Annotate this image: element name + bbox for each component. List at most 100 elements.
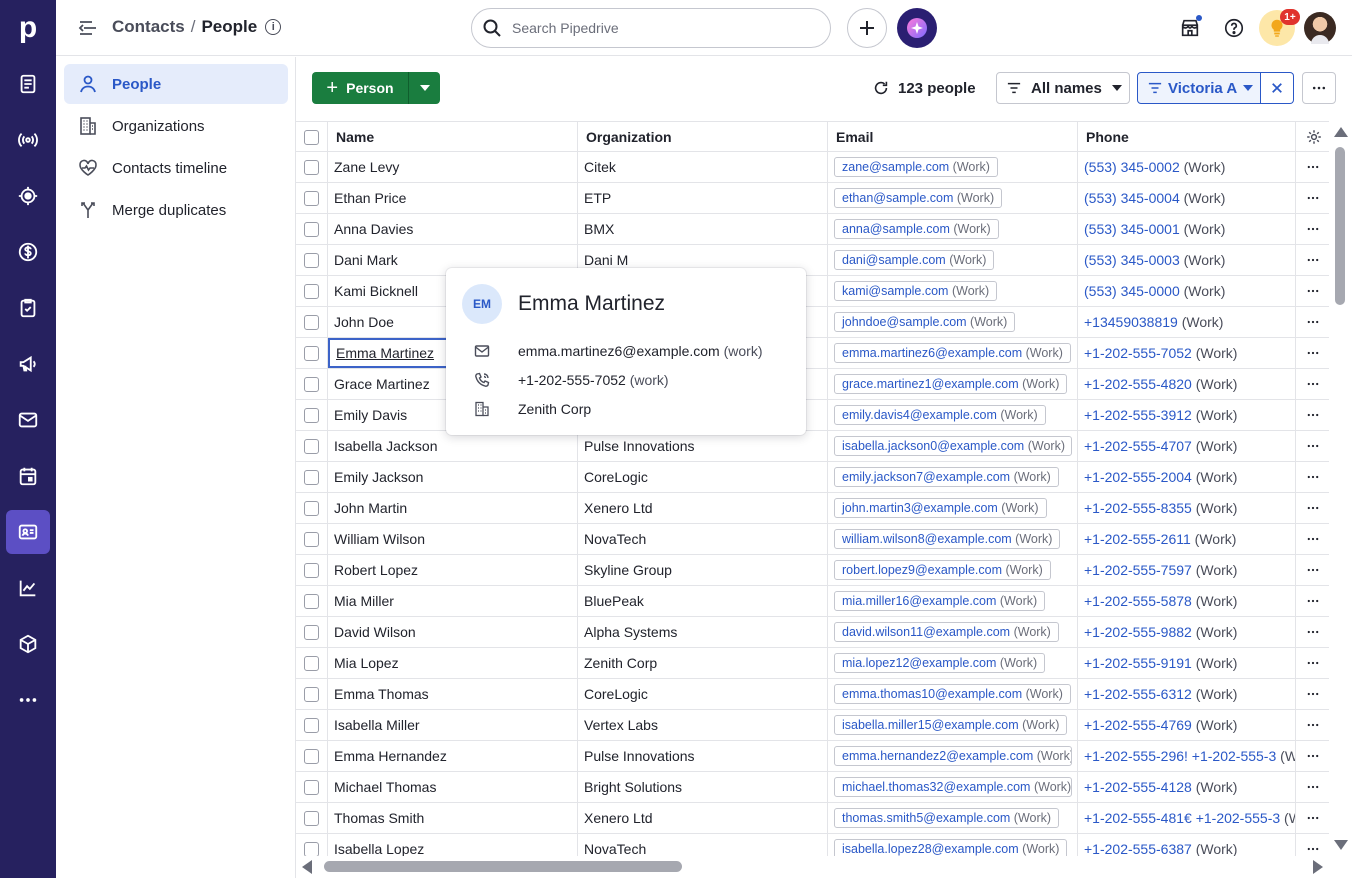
email-chip[interactable]: anna@sample.com (Work) bbox=[834, 219, 999, 239]
person-name-link[interactable]: Zane Levy bbox=[334, 159, 399, 175]
row-checkbox[interactable] bbox=[304, 779, 319, 795]
cell-email[interactable]: william.wilson8@example.com (Work) bbox=[828, 524, 1078, 554]
cell-name[interactable]: Thomas Smith bbox=[328, 803, 578, 833]
vertical-scroll-thumb[interactable] bbox=[1335, 147, 1345, 305]
table-row[interactable]: Ethan Price ETP ethan@sample.com (Work) (55… bbox=[296, 183, 1329, 214]
select-all-checkbox[interactable] bbox=[304, 129, 319, 145]
table-row[interactable]: Isabella Jackson Pulse Innovations isabell… bbox=[296, 431, 1329, 462]
cell-organization[interactable]: Pulse Innovations bbox=[578, 431, 828, 461]
person-name-link[interactable]: Isabella Miller bbox=[334, 717, 420, 733]
row-checkbox[interactable] bbox=[304, 500, 319, 516]
email-chip[interactable]: ethan@sample.com (Work) bbox=[834, 188, 1003, 208]
cell-organization[interactable]: Citek bbox=[578, 152, 828, 182]
sidebar-item-organizations[interactable]: Organizations bbox=[64, 106, 288, 146]
cell-email[interactable]: robert.lopez9@example.com (Work) bbox=[828, 555, 1078, 585]
email-chip[interactable]: thomas.smith5@example.com (Work) bbox=[834, 808, 1060, 828]
email-chip[interactable]: david.wilson11@example.com (Work) bbox=[834, 622, 1059, 642]
cell-name[interactable]: Emma Thomas bbox=[328, 679, 578, 709]
person-name-link[interactable]: Ethan Price bbox=[334, 190, 406, 206]
phone-link[interactable]: (553) 345-0000 (Work) bbox=[1084, 283, 1225, 299]
cell-organization[interactable]: Zenith Corp bbox=[578, 648, 828, 678]
cell-phone[interactable]: +1-202-555-5878 (Work) bbox=[1078, 586, 1296, 616]
collapse-sidebar-icon[interactable] bbox=[78, 18, 98, 38]
table-row[interactable]: William Wilson NovaTech william.wilson8@ex… bbox=[296, 524, 1329, 555]
person-name-link[interactable]: Anna Davies bbox=[334, 221, 413, 237]
campaigns-icon[interactable] bbox=[6, 342, 50, 386]
row-actions-button[interactable] bbox=[1296, 462, 1329, 492]
cell-name[interactable]: Anna Davies bbox=[328, 214, 578, 244]
table-row[interactable]: Isabella Lopez NovaTech isabella.lopez28@e… bbox=[296, 834, 1329, 856]
owner-filter-dropdown[interactable]: Victoria A bbox=[1137, 72, 1261, 104]
cell-phone[interactable]: +1-202-555-2611 (Work) bbox=[1078, 524, 1296, 554]
phone-link[interactable]: +1-202-555-7597 (Work) bbox=[1084, 562, 1237, 578]
row-checkbox[interactable] bbox=[304, 562, 319, 578]
cell-name[interactable]: Isabella Jackson bbox=[328, 431, 578, 461]
email-chip[interactable]: robert.lopez9@example.com (Work) bbox=[834, 560, 1051, 580]
cell-name[interactable]: Ethan Price bbox=[328, 183, 578, 213]
cell-email[interactable]: emma.hernandez2@example.com (Work) bbox=[828, 741, 1078, 771]
row-actions-button[interactable] bbox=[1296, 276, 1329, 306]
email-chip[interactable]: mia.lopez12@example.com (Work) bbox=[834, 653, 1046, 673]
cell-email[interactable]: emma.thomas10@example.com (Work) bbox=[828, 679, 1078, 709]
cell-phone[interactable]: (553) 345-0004 (Work) bbox=[1078, 183, 1296, 213]
email-chip[interactable]: mia.miller16@example.com (Work) bbox=[834, 591, 1046, 611]
cell-name[interactable]: William Wilson bbox=[328, 524, 578, 554]
scroll-right-arrow[interactable] bbox=[1313, 860, 1323, 874]
email-chip[interactable]: william.wilson8@example.com (Work) bbox=[834, 529, 1061, 549]
person-name-link[interactable]: Kami Bicknell bbox=[334, 283, 418, 299]
horizontal-scrollbar[interactable] bbox=[296, 856, 1329, 878]
organization-link[interactable]: Zenith Corp bbox=[584, 655, 657, 671]
cell-email[interactable]: david.wilson11@example.com (Work) bbox=[828, 617, 1078, 647]
dollar-icon[interactable] bbox=[6, 230, 50, 274]
email-chip[interactable]: dani@sample.com (Work) bbox=[834, 250, 995, 270]
email-chip[interactable]: michael.thomas32@example.com (Work) bbox=[834, 777, 1072, 797]
phone-link[interactable]: +1-202-555-9882 (Work) bbox=[1084, 624, 1237, 640]
table-row[interactable]: Michael Thomas Bright Solutions michael.th… bbox=[296, 772, 1329, 803]
row-checkbox[interactable] bbox=[304, 655, 319, 671]
table-row[interactable]: Mia Miller BluePeak mia.miller16@example.c… bbox=[296, 586, 1329, 617]
row-checkbox[interactable] bbox=[304, 252, 319, 268]
cell-organization[interactable]: Vertex Labs bbox=[578, 710, 828, 740]
cell-phone[interactable]: +1-202-555-7597 (Work) bbox=[1078, 555, 1296, 585]
person-name-link[interactable]: Emma Martinez bbox=[336, 345, 434, 361]
cell-name[interactable]: Mia Lopez bbox=[328, 648, 578, 678]
person-name-link[interactable]: Emma Hernandez bbox=[334, 748, 447, 764]
row-actions-button[interactable] bbox=[1296, 679, 1329, 709]
cell-email[interactable]: anna@sample.com (Work) bbox=[828, 214, 1078, 244]
email-chip[interactable]: johndoe@sample.com (Work) bbox=[834, 312, 1016, 332]
phone-link[interactable]: (553) 345-0001 (Work) bbox=[1084, 221, 1225, 237]
row-actions-button[interactable] bbox=[1296, 617, 1329, 647]
calendar-icon[interactable] bbox=[6, 454, 50, 498]
cell-email[interactable]: mia.lopez12@example.com (Work) bbox=[828, 648, 1078, 678]
phone-link[interactable]: +1-202-555-4820 (Work) bbox=[1084, 376, 1237, 392]
column-settings-icon[interactable] bbox=[1306, 129, 1322, 145]
cell-organization[interactable]: Bright Solutions bbox=[578, 772, 828, 802]
cell-email[interactable]: grace.martinez1@example.com (Work) bbox=[828, 369, 1078, 399]
person-name-link[interactable]: David Wilson bbox=[334, 624, 416, 640]
scroll-down-arrow[interactable] bbox=[1334, 840, 1348, 850]
cell-organization[interactable]: ETP bbox=[578, 183, 828, 213]
cell-phone[interactable]: +1-202-555-4707 (Work) bbox=[1078, 431, 1296, 461]
row-checkbox[interactable] bbox=[304, 438, 319, 454]
cell-email[interactable]: emma.martinez6@example.com (Work) bbox=[828, 338, 1078, 368]
person-name-link[interactable]: William Wilson bbox=[334, 531, 425, 547]
row-checkbox[interactable] bbox=[304, 190, 319, 206]
table-row[interactable]: Zane Levy Citek zane@sample.com (Work) (553… bbox=[296, 152, 1329, 183]
column-header-name[interactable]: Name bbox=[328, 122, 578, 152]
add-person-button[interactable]: + Person bbox=[312, 72, 408, 104]
email-chip[interactable]: emily.jackson7@example.com (Work) bbox=[834, 467, 1059, 487]
row-actions-button[interactable] bbox=[1296, 369, 1329, 399]
cell-name[interactable]: Mia Miller bbox=[328, 586, 578, 616]
help-icon[interactable] bbox=[1220, 14, 1248, 42]
cell-name[interactable]: Isabella Lopez bbox=[328, 834, 578, 856]
row-actions-button[interactable] bbox=[1296, 307, 1329, 337]
clear-filter-button[interactable] bbox=[1261, 72, 1294, 104]
person-name-link[interactable]: John Doe bbox=[334, 314, 394, 330]
phone-link[interactable]: +1-202-555-7052 (Work) bbox=[1084, 345, 1237, 361]
organization-link[interactable]: Pulse Innovations bbox=[584, 438, 695, 454]
organization-link[interactable]: Pulse Innovations bbox=[584, 748, 695, 764]
row-actions-button[interactable] bbox=[1296, 555, 1329, 585]
row-actions-button[interactable] bbox=[1296, 214, 1329, 244]
person-name-link[interactable]: Isabella Jackson bbox=[334, 438, 438, 454]
cell-phone[interactable]: (553) 345-0002 (Work) bbox=[1078, 152, 1296, 182]
